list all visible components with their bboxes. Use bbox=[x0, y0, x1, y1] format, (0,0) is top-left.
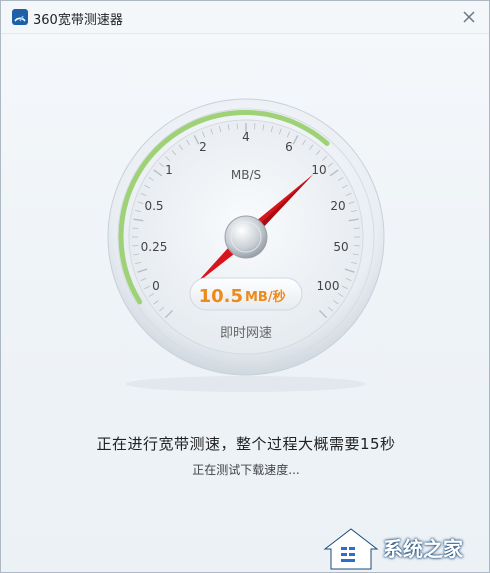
speed-gauge: 0 0.25 0.5 1 2 4 6 10 20 50 100 MB/S 10.… bbox=[107, 98, 385, 392]
scale-label-100: 100 bbox=[317, 279, 340, 293]
title-bar: 360宽带测速器 bbox=[1, 1, 489, 34]
scale-label-0.25: 0.25 bbox=[141, 240, 168, 254]
watermark: 系统之家 bbox=[321, 525, 489, 571]
status-main-message: 正在进行宽带测速，整个过程大概需要15秒 bbox=[96, 435, 396, 453]
close-button[interactable] bbox=[459, 7, 479, 27]
scale-label-4: 4 bbox=[242, 130, 250, 144]
speed-unit: MB/秒 bbox=[245, 289, 286, 305]
speedometer-icon bbox=[12, 9, 28, 25]
scale-label-10: 10 bbox=[311, 163, 326, 177]
scale-label-0.5: 0.5 bbox=[144, 199, 163, 213]
scale-label-50: 50 bbox=[333, 240, 348, 254]
close-icon bbox=[463, 11, 475, 23]
scale-label-1: 1 bbox=[165, 163, 173, 177]
scale-label-20: 20 bbox=[330, 199, 345, 213]
speed-value: 10.5 bbox=[199, 286, 243, 307]
scale-label-6: 6 bbox=[285, 140, 293, 154]
scale-label-2: 2 bbox=[199, 140, 207, 154]
window-title: 360宽带测速器 bbox=[33, 13, 123, 28]
status-sub-message: 正在测试下载速度... bbox=[192, 463, 300, 477]
house-logo-icon bbox=[323, 528, 379, 570]
scale-label-0: 0 bbox=[152, 279, 160, 293]
gauge-caption: 即时网速 bbox=[220, 326, 272, 341]
app-window: 360宽带测速器 0 0.25 0.5 1 2 4 6 10 20 50 100… bbox=[0, 0, 490, 573]
gauge-unit-label: MB/S bbox=[231, 168, 261, 182]
watermark-text: 系统之家 bbox=[383, 537, 463, 561]
